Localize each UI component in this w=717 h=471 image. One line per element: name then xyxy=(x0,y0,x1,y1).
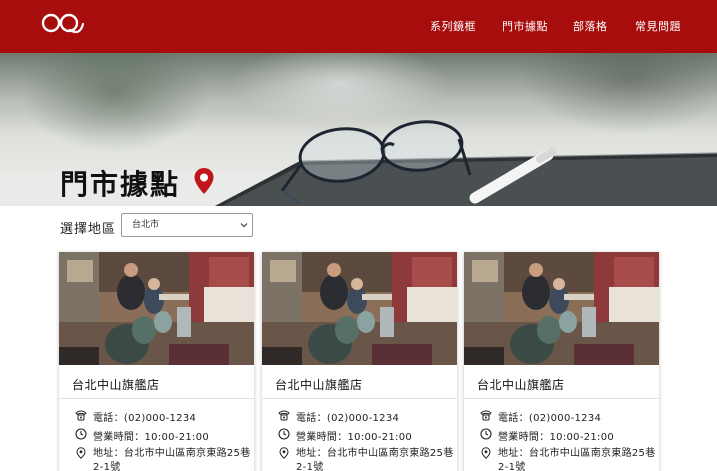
store-photo xyxy=(464,252,659,365)
store-card[interactable]: 台北中山旗艦店 電話：(02)000-1234 營業時間：10:00-21:00… xyxy=(464,252,659,471)
phone-icon xyxy=(480,410,492,421)
location-icon xyxy=(279,447,289,459)
clock-icon xyxy=(278,428,290,440)
phone-icon xyxy=(75,410,87,421)
nav-blog[interactable]: 部落格 xyxy=(573,18,608,34)
location-icon xyxy=(481,447,491,459)
store-address: 地址：台北市中山區南京東路25巷2-1號 xyxy=(498,448,656,471)
hero-banner: 門市據點 xyxy=(0,53,717,206)
store-name: 台北中山旗艦店 xyxy=(72,378,160,392)
store-phone: 電話：(02)000-1234 xyxy=(498,413,602,424)
clock-icon xyxy=(75,428,87,440)
store-card[interactable]: 台北中山旗艦店 電話：(02)000-1234 營業時間：10:00-21:00… xyxy=(262,252,457,471)
store-hours: 營業時間：10:00-21:00 xyxy=(296,432,413,443)
clock-icon xyxy=(480,428,492,440)
nav-series-frames[interactable]: 系列鏡框 xyxy=(430,18,476,34)
region-select[interactable]: 台北市 xyxy=(121,213,253,237)
location-pin-icon xyxy=(194,168,214,194)
region-select-label: 選擇地區 xyxy=(60,222,117,237)
card-divider xyxy=(464,398,659,399)
chevron-down-icon xyxy=(240,223,248,228)
store-hours: 營業時間：10:00-21:00 xyxy=(498,432,615,443)
top-navigation-bar: 系列鏡框 門市據點 部落格 常見問題 xyxy=(0,0,717,53)
nav-store-locations[interactable]: 門市據點 xyxy=(502,18,548,34)
page-title: 門市據點 xyxy=(60,168,181,201)
phone-icon xyxy=(278,410,290,421)
store-phone: 電話：(02)000-1234 xyxy=(296,413,400,424)
store-address: 地址：台北市中山區南京東路25巷2-1號 xyxy=(296,448,454,471)
store-name: 台北中山旗艦店 xyxy=(275,378,363,392)
nav-faq[interactable]: 常見問題 xyxy=(635,18,681,34)
store-photo xyxy=(59,252,254,365)
glasses-logo-icon[interactable] xyxy=(40,10,86,40)
store-phone: 電話：(02)000-1234 xyxy=(93,413,197,424)
store-address: 地址：台北市中山區南京東路25巷2-1號 xyxy=(93,448,251,471)
store-card[interactable]: 台北中山旗艦店 電話：(02)000-1234 營業時間：10:00-21:00… xyxy=(59,252,254,471)
card-divider xyxy=(262,398,457,399)
store-name: 台北中山旗艦店 xyxy=(477,378,565,392)
store-photo xyxy=(262,252,457,365)
location-icon xyxy=(76,447,86,459)
store-hours: 營業時間：10:00-21:00 xyxy=(93,432,210,443)
card-divider xyxy=(59,398,254,399)
region-select-value: 台北市 xyxy=(132,220,160,230)
